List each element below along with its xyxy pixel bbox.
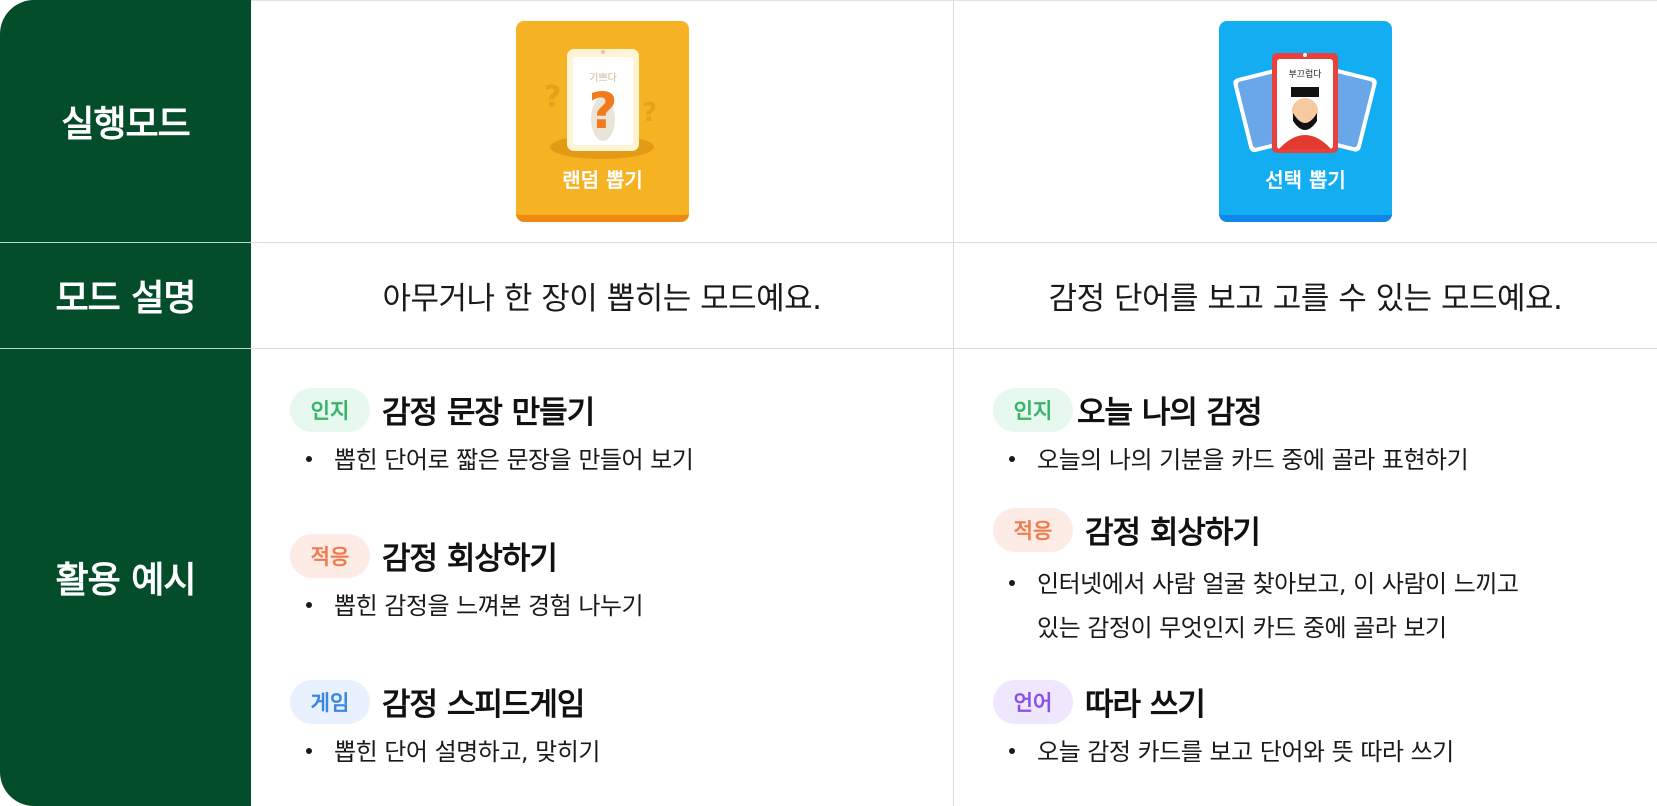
bullet-dot xyxy=(306,602,312,608)
example-title: 감정 스피드게임 xyxy=(382,687,585,723)
row-divider xyxy=(251,348,1657,349)
random-mode-description: 아무거나 한 장이 뽑히는 모드예요. xyxy=(382,280,822,317)
svg-text:?: ? xyxy=(544,80,561,115)
example-bullet: 인터넷에서 사람 얼굴 찾아보고, 이 사람이 느끼고 있는 감정이 무엇인지 카… xyxy=(1001,562,1519,650)
random-draw-label: 랜덤 뽑기 xyxy=(562,168,643,192)
select-cards-icon: 부끄럽다 xyxy=(1233,53,1377,153)
category-tag: 인지 xyxy=(290,387,370,432)
example-bullet: 오늘의 나의 기분을 카드 중에 골라 표현하기 xyxy=(1001,438,1469,482)
bullet-dot xyxy=(306,456,312,462)
example-title: 감정 문장 만들기 xyxy=(382,395,595,431)
bullet-dot xyxy=(1009,748,1015,754)
example-title: 감정 회상하기 xyxy=(1085,515,1261,551)
example-section: 게임 감정 스피드게임 xyxy=(290,679,585,724)
example-section: 적응 감정 회상하기 xyxy=(290,533,558,578)
category-tag: 언어 xyxy=(993,679,1073,724)
example-section: 인지 감정 문장 만들기 xyxy=(290,387,595,432)
row-label-mode: 실행모드 xyxy=(61,104,190,145)
bullet-dot xyxy=(1009,456,1015,462)
mode-comparison-table: 실행모드 모드 설명 활용 예시 ? ? 기쁘다 ? 랜덤 뽑기 부끄럽다 선택… xyxy=(0,0,1657,806)
bullet-dot xyxy=(306,748,312,754)
select-mode-description: 감정 단어를 보고 고를 수 있는 모드예요. xyxy=(1048,280,1563,317)
top-border xyxy=(251,0,1657,1)
svg-text:?: ? xyxy=(588,82,617,140)
row-label-examples: 활용 예시 xyxy=(55,560,196,601)
select-draw-card[interactable]: 부끄럽다 선택 뽑기 xyxy=(1219,21,1392,222)
question-card-icon: ? ? 기쁘다 ? xyxy=(544,49,657,159)
select-draw-label: 선택 뽑기 xyxy=(1265,168,1346,192)
example-section: 적응 감정 회상하기 xyxy=(993,507,1261,552)
random-draw-card[interactable]: ? ? 기쁘다 ? 랜덤 뽑기 xyxy=(516,21,689,222)
example-bullet: 뽑힌 감정을 느껴본 경험 나누기 xyxy=(298,584,644,628)
example-bullet: 뽑힌 단어 설명하고, 맞히기 xyxy=(298,730,600,774)
category-tag: 적응 xyxy=(290,533,370,578)
category-tag: 적응 xyxy=(993,507,1073,552)
example-title: 따라 쓰기 xyxy=(1085,687,1206,723)
category-tag: 인지 xyxy=(993,387,1073,432)
svg-text:?: ? xyxy=(642,98,657,128)
example-title: 감정 회상하기 xyxy=(382,541,558,577)
bullet-dot xyxy=(1009,580,1015,586)
example-bullet: 오늘 감정 카드를 보고 단어와 뜻 따라 쓰기 xyxy=(1001,730,1454,774)
card-word: 부끄럽다 xyxy=(1288,69,1322,80)
example-bullet: 뽑힌 단어로 짧은 문장을 만들어 보기 xyxy=(298,438,694,482)
example-section: 언어 따라 쓰기 xyxy=(993,679,1206,724)
category-tag: 게임 xyxy=(290,679,370,724)
row-label-description: 모드 설명 xyxy=(55,278,196,319)
column-divider xyxy=(953,0,954,806)
example-title: 오늘 나의 감정 xyxy=(1077,395,1263,431)
example-section: 인지 오늘 나의 감정 xyxy=(993,387,1263,432)
